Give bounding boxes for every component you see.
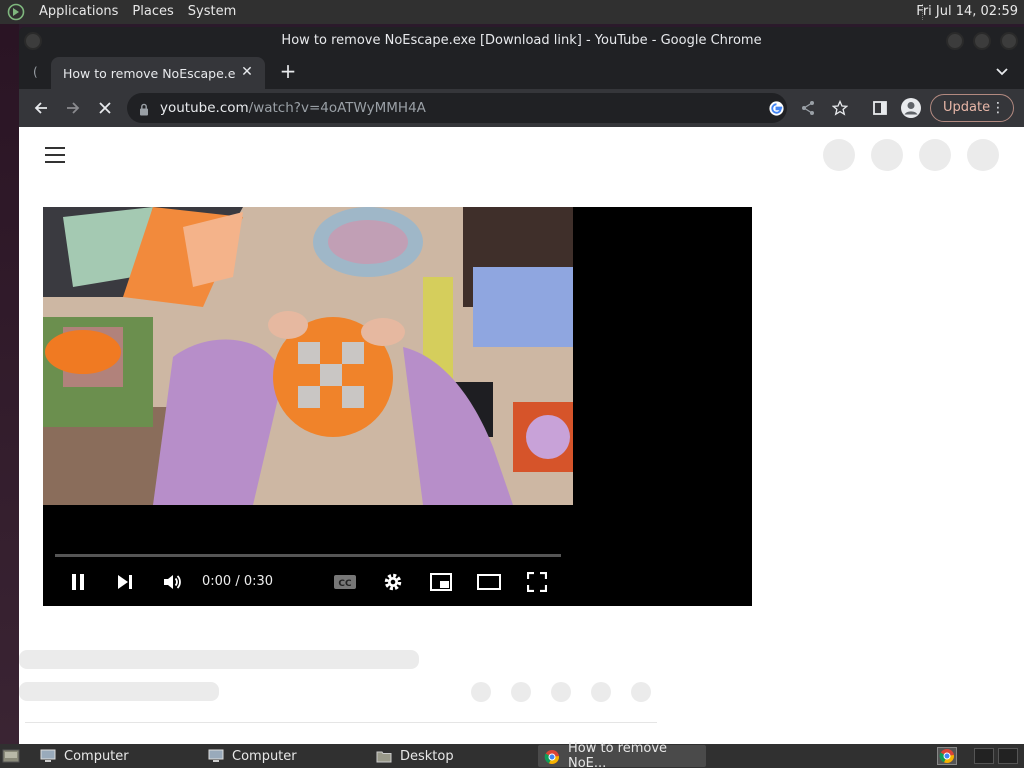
taskbar-item-chrome[interactable]: How to remove NoE... xyxy=(538,741,706,768)
header-placeholder-circle xyxy=(919,139,951,171)
fullscreen-button[interactable] xyxy=(525,570,549,594)
action-placeholder-dot xyxy=(471,682,491,702)
update-label: Update xyxy=(943,100,991,115)
settings-gear-icon[interactable] xyxy=(381,570,405,594)
tray-chrome-icon[interactable] xyxy=(937,747,957,765)
tab-strip: ( How to remove NoEscape.exe [Download l… xyxy=(19,55,1024,89)
window-titlebar[interactable]: How to remove NoEscape.exe [Download lin… xyxy=(19,27,1024,55)
url-path: /watch?v=4oATWyMMH4A xyxy=(248,100,426,116)
page-viewport: 0:00 / 0:30 CC xyxy=(19,127,1024,744)
chrome-icon xyxy=(544,749,560,764)
top-panel: Applications Places System Fri Jul 14, 0… xyxy=(0,0,1024,24)
captions-button[interactable]: CC xyxy=(333,570,357,594)
bookmark-star-icon[interactable] xyxy=(829,97,851,119)
action-placeholder-dot xyxy=(511,682,531,702)
hamburger-menu-icon[interactable] xyxy=(45,147,65,163)
side-panel-icon[interactable] xyxy=(869,97,891,119)
menu-applications[interactable]: Applications xyxy=(32,0,125,24)
tab-search-button[interactable] xyxy=(994,63,1010,79)
address-bar[interactable]: youtube.com/watch?v=4oATWyMMH4A xyxy=(127,93,787,123)
taskbar-item-label: How to remove NoE... xyxy=(568,741,668,768)
window-menu-button[interactable] xyxy=(24,32,42,50)
stop-loading-button[interactable] xyxy=(94,97,116,119)
loading-spinner-icon: ( xyxy=(33,65,38,79)
chrome-window: How to remove NoEscape.exe [Download lin… xyxy=(19,27,1024,744)
channel-placeholder xyxy=(19,682,219,701)
divider xyxy=(25,722,657,723)
google-lens-icon[interactable] xyxy=(765,97,787,119)
back-button[interactable] xyxy=(30,97,52,119)
player-controls: 0:00 / 0:30 CC xyxy=(43,567,573,597)
menu-system[interactable]: System xyxy=(181,0,243,24)
title-placeholder xyxy=(19,650,419,669)
header-placeholder-circle xyxy=(871,139,903,171)
taskbar-item-desktop[interactable]: Desktop xyxy=(370,745,534,767)
taskbar-item-label: Computer xyxy=(232,748,297,764)
taskbar-item-label: Desktop xyxy=(400,748,454,764)
computer-icon xyxy=(40,749,56,763)
workspace-switcher-1[interactable] xyxy=(974,748,994,764)
update-button[interactable]: Update ⋮ xyxy=(930,94,1014,122)
video-progress-bar[interactable] xyxy=(55,554,561,557)
new-tab-button[interactable]: + xyxy=(277,61,299,83)
video-player[interactable]: 0:00 / 0:30 CC xyxy=(43,207,752,606)
theater-mode-button[interactable] xyxy=(477,570,501,594)
forward-button[interactable] xyxy=(62,97,84,119)
taskbar-item-computer[interactable]: Computer xyxy=(202,745,366,767)
clock[interactable]: Fri Jul 14, 02:59 xyxy=(916,0,1018,24)
volume-icon[interactable] xyxy=(160,570,184,594)
video-thumbnail-knitting xyxy=(43,207,573,505)
menu-places[interactable]: Places xyxy=(125,0,180,24)
close-window-button[interactable] xyxy=(1000,32,1018,50)
taskbar-item-label: Computer xyxy=(64,748,129,764)
browser-toolbar: youtube.com/watch?v=4oATWyMMH4A Update ⋮ xyxy=(19,89,1024,127)
share-icon[interactable] xyxy=(797,97,819,119)
taskbar-item-computer[interactable]: Computer xyxy=(34,745,198,767)
pause-button[interactable] xyxy=(66,570,90,594)
desktop-background xyxy=(0,24,19,744)
folder-icon xyxy=(376,749,392,763)
show-desktop-icon[interactable] xyxy=(2,748,20,764)
video-time-display: 0:00 / 0:30 xyxy=(202,574,274,589)
action-placeholder-dot xyxy=(591,682,611,702)
bottom-taskbar: Computer Computer Desktop How to remove … xyxy=(0,741,1024,768)
video-frame[interactable] xyxy=(43,207,573,505)
tab-title: How to remove NoEscape.exe [Download lin… xyxy=(63,65,235,81)
tab-close-icon[interactable]: ✕ xyxy=(239,64,255,80)
header-placeholder-circle xyxy=(967,139,999,171)
window-title: How to remove NoEscape.exe [Download lin… xyxy=(281,33,762,48)
computer-icon xyxy=(208,749,224,763)
url-host: youtube.com xyxy=(160,100,249,116)
header-placeholder-circle xyxy=(823,139,855,171)
captions-label: CC xyxy=(338,579,352,589)
more-menu-icon[interactable]: ⋮ xyxy=(991,95,1005,121)
next-video-button[interactable] xyxy=(113,570,137,594)
miniplayer-button[interactable] xyxy=(429,570,453,594)
action-placeholder-dot xyxy=(551,682,571,702)
lock-icon[interactable] xyxy=(139,101,149,116)
tab-youtube[interactable]: How to remove NoEscape.exe [Download lin… xyxy=(51,57,265,89)
workspace-switcher-2[interactable] xyxy=(998,748,1018,764)
url-text[interactable]: youtube.com/watch?v=4oATWyMMH4A xyxy=(160,93,426,123)
distro-logo-icon[interactable] xyxy=(6,2,26,22)
minimize-button[interactable] xyxy=(946,32,964,50)
profile-avatar-icon[interactable] xyxy=(900,97,922,119)
action-placeholder-dot xyxy=(631,682,651,702)
maximize-button[interactable] xyxy=(973,32,991,50)
